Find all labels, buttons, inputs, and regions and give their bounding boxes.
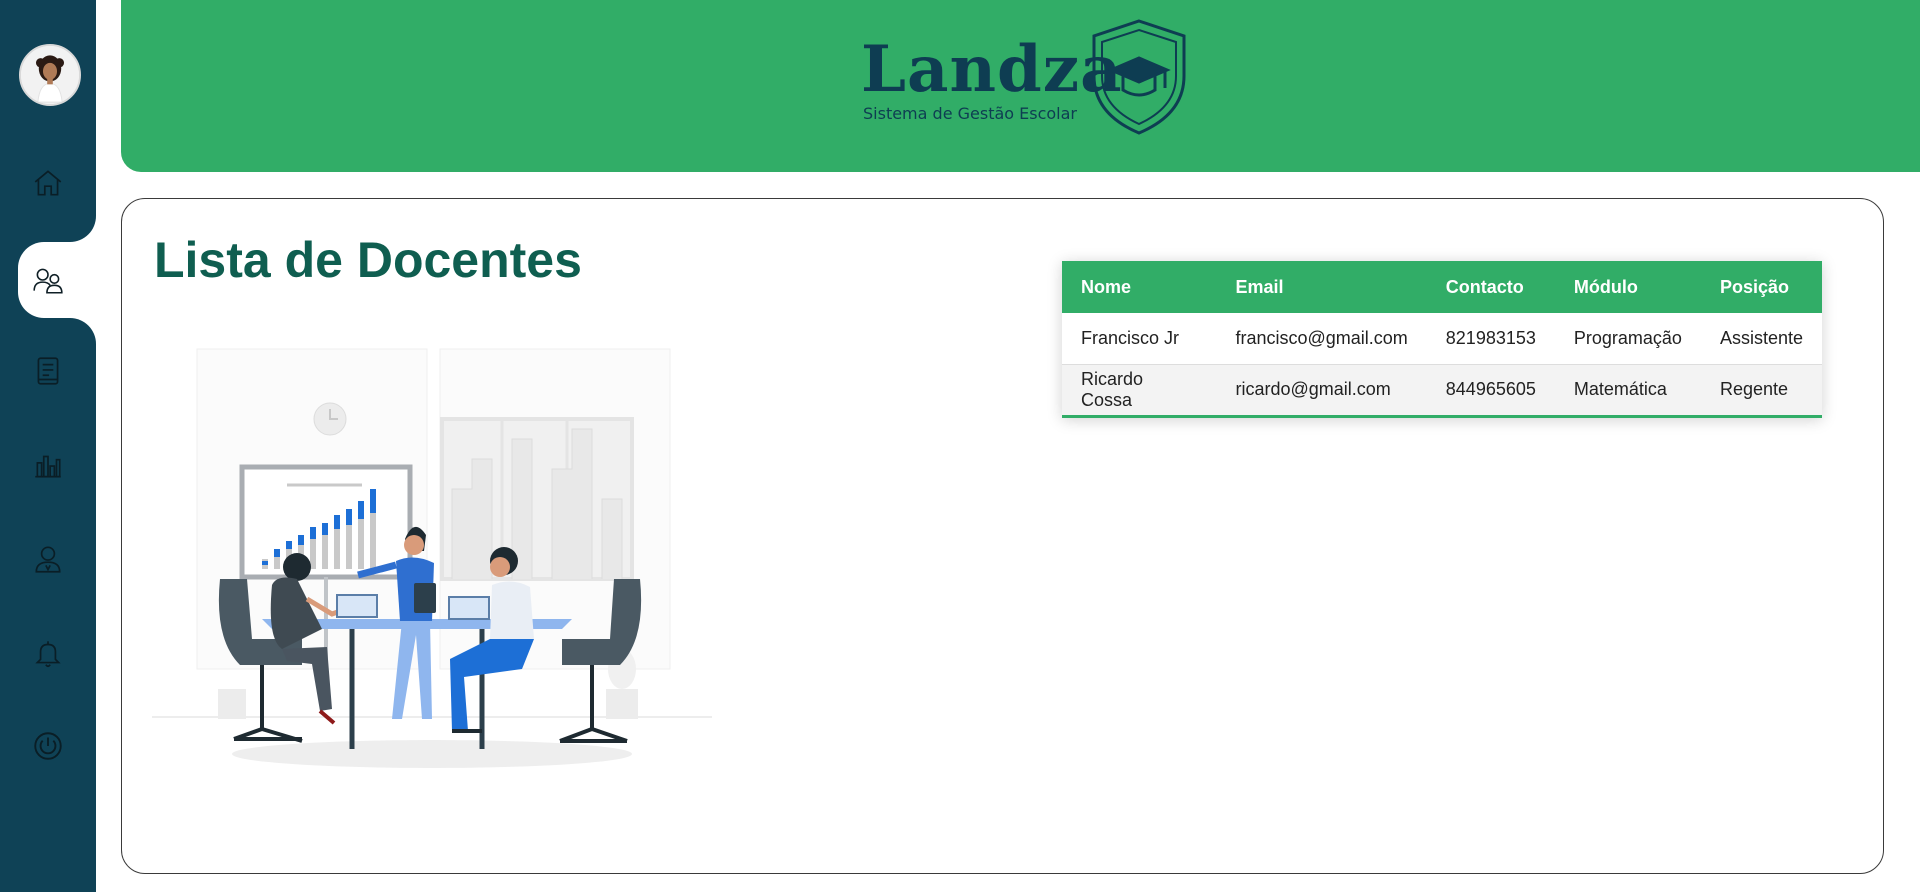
- column-header-nome[interactable]: Nome: [1062, 261, 1216, 313]
- sidebar-item-notifications[interactable]: [0, 616, 96, 690]
- table-row[interactable]: Francisco Jr francisco@gmail.com 8219831…: [1062, 313, 1822, 364]
- page-title: Lista de Docentes: [154, 232, 582, 288]
- sidebar-item-docentes[interactable]: [0, 243, 96, 317]
- brand-logo[interactable]: Landza Sistema de Gestão Escolar: [861, 18, 1201, 138]
- cell-email: ricardo@gmail.com: [1235, 379, 1391, 400]
- sidebar-item-profile[interactable]: [0, 522, 96, 596]
- column-header-posicao[interactable]: Posição: [1701, 261, 1822, 313]
- cell-modulo: Programação: [1573, 327, 1682, 348]
- column-header-contacto[interactable]: Contacto: [1427, 261, 1555, 313]
- docentes-table-container: Nome Email Contacto Módulo Posição Franc…: [1062, 261, 1822, 418]
- user-photo-icon: [21, 46, 79, 104]
- sidebar-item-home[interactable]: [0, 146, 96, 220]
- brand-name: Landza: [861, 32, 1123, 107]
- table-header-row: Nome Email Contacto Módulo Posição: [1062, 261, 1822, 313]
- main-panel: Lista de Docentes Nome Email Contacto Mó…: [121, 198, 1884, 874]
- bell-icon: [35, 641, 61, 668]
- table-row[interactable]: Ricardo Cossa ricardo@gmail.com 84496560…: [1062, 364, 1822, 415]
- book-icon: [37, 357, 59, 385]
- bar-chart-icon: [35, 455, 61, 478]
- cell-email: francisco@gmail.com: [1235, 327, 1408, 348]
- cell-posicao: Assistente: [1719, 327, 1803, 348]
- power-icon: [34, 732, 62, 760]
- meeting-illustration: [152, 348, 712, 768]
- docentes-table: Nome Email Contacto Módulo Posição Franc…: [1062, 261, 1822, 415]
- user-icon: [35, 546, 61, 573]
- home-icon: [34, 170, 62, 196]
- sidebar: [0, 0, 96, 892]
- sidebar-item-logout[interactable]: [0, 709, 96, 783]
- brand-tagline: Sistema de Gestão Escolar: [863, 104, 1078, 123]
- cell-nome: Ricardo Cossa: [1081, 368, 1144, 410]
- sidebar-item-documents[interactable]: [0, 334, 96, 408]
- cell-nome: Francisco Jr: [1081, 327, 1180, 348]
- cell-contacto: 844965605: [1445, 379, 1536, 400]
- cell-modulo: Matemática: [1573, 379, 1667, 400]
- shield-graduation-cap-icon: [1092, 19, 1186, 135]
- sidebar-item-statistics[interactable]: [0, 428, 96, 502]
- cell-posicao: Regente: [1719, 379, 1789, 400]
- column-header-modulo[interactable]: Módulo: [1555, 261, 1701, 313]
- users-icon: [33, 268, 63, 294]
- header: Landza Sistema de Gestão Escolar: [121, 0, 1920, 172]
- cell-contacto: 821983153: [1445, 327, 1536, 348]
- column-header-email[interactable]: Email: [1216, 261, 1426, 313]
- avatar[interactable]: [19, 44, 81, 106]
